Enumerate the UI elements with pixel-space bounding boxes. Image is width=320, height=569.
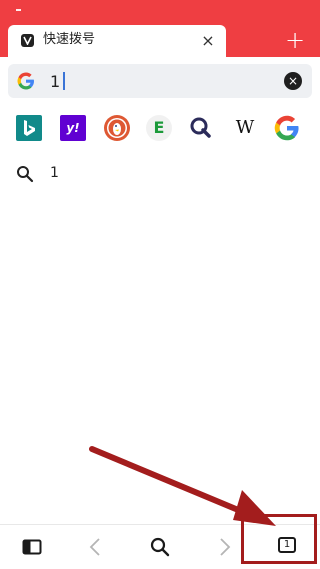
search-button[interactable] <box>140 525 180 569</box>
close-tab-button[interactable]: × <box>198 31 218 51</box>
bing-icon[interactable] <box>16 115 42 141</box>
text-caret <box>63 72 65 90</box>
tab-strip: 快速拨号 × + <box>0 0 320 57</box>
qwant-icon[interactable] <box>188 115 214 141</box>
ecosia-icon[interactable]: E <box>146 115 172 141</box>
status-indicator <box>16 9 21 11</box>
search-input[interactable] <box>50 70 260 92</box>
forward-button[interactable] <box>204 525 244 569</box>
chevron-left-icon <box>89 538 100 556</box>
search-bar: × <box>8 64 312 98</box>
annotation-highlight-box <box>241 514 317 564</box>
suggestion-item[interactable]: 1 <box>0 160 320 188</box>
sidebar-icon <box>22 539 42 555</box>
search-icon <box>17 166 34 183</box>
google-engine-icon[interactable] <box>274 115 300 141</box>
new-tab-button[interactable]: + <box>285 28 305 52</box>
wikipedia-icon[interactable]: W <box>232 115 258 141</box>
shield-icon <box>21 34 34 47</box>
sidebar-button[interactable] <box>12 525 52 569</box>
duckduckgo-icon[interactable] <box>104 115 130 141</box>
search-icon <box>150 537 170 557</box>
tab-title: 快速拨号 <box>43 32 96 47</box>
clear-search-button[interactable]: × <box>284 72 302 90</box>
back-button[interactable] <box>76 525 116 569</box>
tab-speed-dial[interactable]: 快速拨号 × <box>8 25 226 57</box>
search-engine-row: y! E W <box>16 115 306 143</box>
suggestion-text: 1 <box>50 165 59 181</box>
yahoo-icon[interactable]: y! <box>60 115 86 141</box>
google-icon <box>17 72 34 90</box>
chevron-right-icon <box>220 538 231 556</box>
